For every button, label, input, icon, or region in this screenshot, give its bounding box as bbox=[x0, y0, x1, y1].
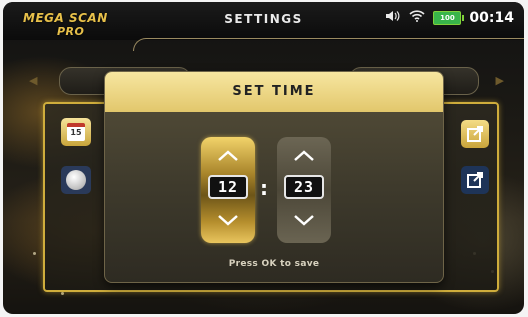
status-indicators: 100 00:14 bbox=[385, 10, 514, 26]
minute-spinner[interactable]: 23 bbox=[277, 137, 331, 243]
dialog-header: SET TIME bbox=[105, 72, 443, 112]
edit-time-button[interactable] bbox=[461, 166, 489, 194]
external-edit-icon bbox=[467, 172, 483, 188]
save-hint: Press OK to save bbox=[228, 259, 320, 269]
hour-value: 12 bbox=[208, 175, 248, 199]
chevron-down-icon bbox=[294, 215, 314, 226]
hour-up-button[interactable] bbox=[201, 147, 255, 166]
background-sparkle bbox=[33, 252, 36, 255]
volume-icon bbox=[385, 10, 401, 26]
dialog-title: SET TIME bbox=[232, 84, 316, 99]
brand-line-2: PRO bbox=[57, 25, 85, 38]
tab-prev-arrow[interactable]: ◀ bbox=[29, 74, 37, 87]
calendar-day: 15 bbox=[67, 123, 85, 141]
hour-down-button[interactable] bbox=[201, 211, 255, 230]
minute-value: 23 bbox=[284, 175, 324, 199]
chevron-up-icon bbox=[218, 150, 238, 161]
edit-date-button[interactable] bbox=[461, 120, 489, 148]
set-time-dialog: SET TIME 12 : 23 Press OK to save bbox=[104, 71, 444, 283]
minute-down-button[interactable] bbox=[277, 211, 331, 230]
device-screen: MEGA SCAN PRO SETTINGS 100 00:14 ◀ ▶ P T… bbox=[3, 2, 524, 314]
external-edit-icon bbox=[467, 126, 483, 142]
clock-time: 00:14 bbox=[469, 10, 514, 26]
status-bar: MEGA SCAN PRO SETTINGS 100 00:14 bbox=[3, 2, 524, 40]
minute-up-button[interactable] bbox=[277, 147, 331, 166]
hour-spinner[interactable]: 12 bbox=[201, 137, 255, 243]
battery-icon: 100 bbox=[433, 11, 465, 25]
wifi-icon bbox=[409, 10, 425, 26]
chevron-up-icon bbox=[294, 150, 314, 161]
time-separator: : bbox=[260, 176, 268, 200]
clock-icon bbox=[61, 166, 91, 194]
tab-next-arrow[interactable]: ▶ bbox=[496, 74, 504, 87]
header-divider bbox=[133, 38, 524, 51]
background-sparkle bbox=[61, 292, 64, 295]
chevron-down-icon bbox=[218, 215, 238, 226]
calendar-icon: 15 bbox=[61, 118, 91, 146]
